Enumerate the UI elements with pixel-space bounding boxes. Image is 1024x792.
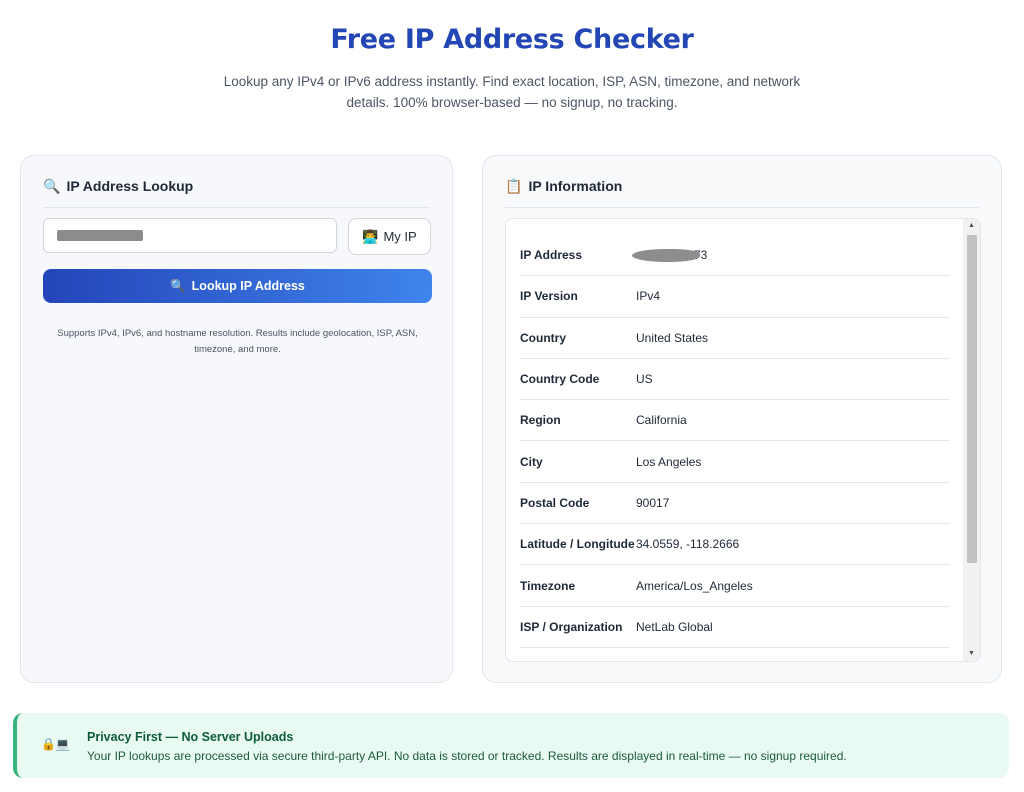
row-value: America/Los_Angeles xyxy=(636,578,753,593)
row-label: Country xyxy=(520,330,566,345)
my-ip-label: My IP xyxy=(383,229,417,244)
table-row: IP Version IPv4 xyxy=(520,276,950,318)
row-label: IP Version xyxy=(520,289,578,304)
table-row: Country Code US xyxy=(520,359,950,401)
row-label: Postal Code xyxy=(520,495,590,510)
table-row: IP Address 73 xyxy=(520,235,950,277)
row-label: AS Number / Name xyxy=(520,661,636,662)
table-row: ISP / Organization NetLab Global xyxy=(520,607,950,648)
info-scroll-box[interactable]: IP Address 73 IP Version IPv4 Country United … xyxy=(505,218,981,662)
clipboard-icon: 📋 xyxy=(505,178,523,194)
page-subtitle: Lookup any IPv4 or IPv6 address instantl… xyxy=(223,74,801,110)
technologist-icon: 👨‍💻 xyxy=(362,228,379,244)
info-card: 📋 IP Information IP Address 73 IP Version I… xyxy=(482,155,1002,683)
row-label: ISP / Organization xyxy=(520,619,623,634)
row-value: US xyxy=(636,372,653,387)
scrollbar-thumb[interactable] xyxy=(967,235,977,563)
scrollbar[interactable]: ▲ ▼ xyxy=(963,219,980,661)
row-value: 34.0559, -118.2666 xyxy=(636,537,740,552)
search-icon: 🔍 xyxy=(43,178,61,194)
table-row: Region California xyxy=(520,400,950,442)
my-ip-button[interactable]: 👨‍💻 My IP xyxy=(348,218,431,255)
lookup-heading: IP Address Lookup xyxy=(66,178,194,194)
row-label: Region xyxy=(520,413,561,428)
row-value: United States xyxy=(636,330,709,345)
privacy-title: Privacy First — No Server Uploads xyxy=(87,730,294,744)
scroll-up-arrow-icon[interactable]: ▲ xyxy=(963,219,980,233)
table-row: Timezone America/Los_Angeles xyxy=(520,565,950,607)
row-value: 90017 xyxy=(636,495,670,510)
scroll-down-arrow-icon[interactable]: ▼ xyxy=(963,647,980,661)
lookup-card-header: 🔍 IP Address Lookup xyxy=(43,178,430,208)
row-label: Latitude / Longitude xyxy=(520,537,635,552)
table-row: AS Number / NameAS979 xyxy=(520,648,950,662)
table-row: City Los Angeles xyxy=(520,441,950,483)
info-table: IP Address 73 IP Version IPv4 Country United … xyxy=(520,235,950,662)
search-icon: 🔍 xyxy=(170,278,186,293)
redacted-input-value xyxy=(57,230,143,241)
row-value: California xyxy=(636,413,687,428)
row-label: IP Address xyxy=(520,248,583,263)
row-label: City xyxy=(520,454,543,469)
lookup-ip-label: Lookup IP Address xyxy=(191,279,305,293)
table-row: Latitude / Longitude 34.0559, -118.2666 xyxy=(520,524,950,566)
lookup-ip-button[interactable]: 🔍 Lookup IP Address xyxy=(43,269,432,303)
row-value: Los Angeles xyxy=(636,454,702,469)
info-card-header: 📋 IP Information xyxy=(505,178,979,208)
row-label: Timezone xyxy=(520,578,576,593)
privacy-text: Your IP lookups are processed via secure… xyxy=(87,749,847,763)
page-title: Free IP Address Checker xyxy=(330,24,694,55)
row-value: NetLab Global xyxy=(636,619,713,634)
row-value: AS979 xyxy=(636,661,672,662)
page: Free IP Address Checker Lookup any IPv4 … xyxy=(0,0,1024,792)
table-row: Postal Code 90017 xyxy=(520,483,950,525)
redacted-ip-scribble xyxy=(632,249,700,262)
lock-laptop-icon: 🔒💻 xyxy=(41,737,70,751)
info-heading: IP Information xyxy=(528,178,623,194)
table-row: Country United States xyxy=(520,318,950,359)
lookup-hint: Supports IPv4, IPv6, and hostname resolu… xyxy=(57,328,418,355)
privacy-banner: 🔒💻 Privacy First — No Server Uploads You… xyxy=(13,713,1009,778)
row-label: Country Code xyxy=(520,372,600,387)
row-value: IPv4 xyxy=(636,289,661,304)
